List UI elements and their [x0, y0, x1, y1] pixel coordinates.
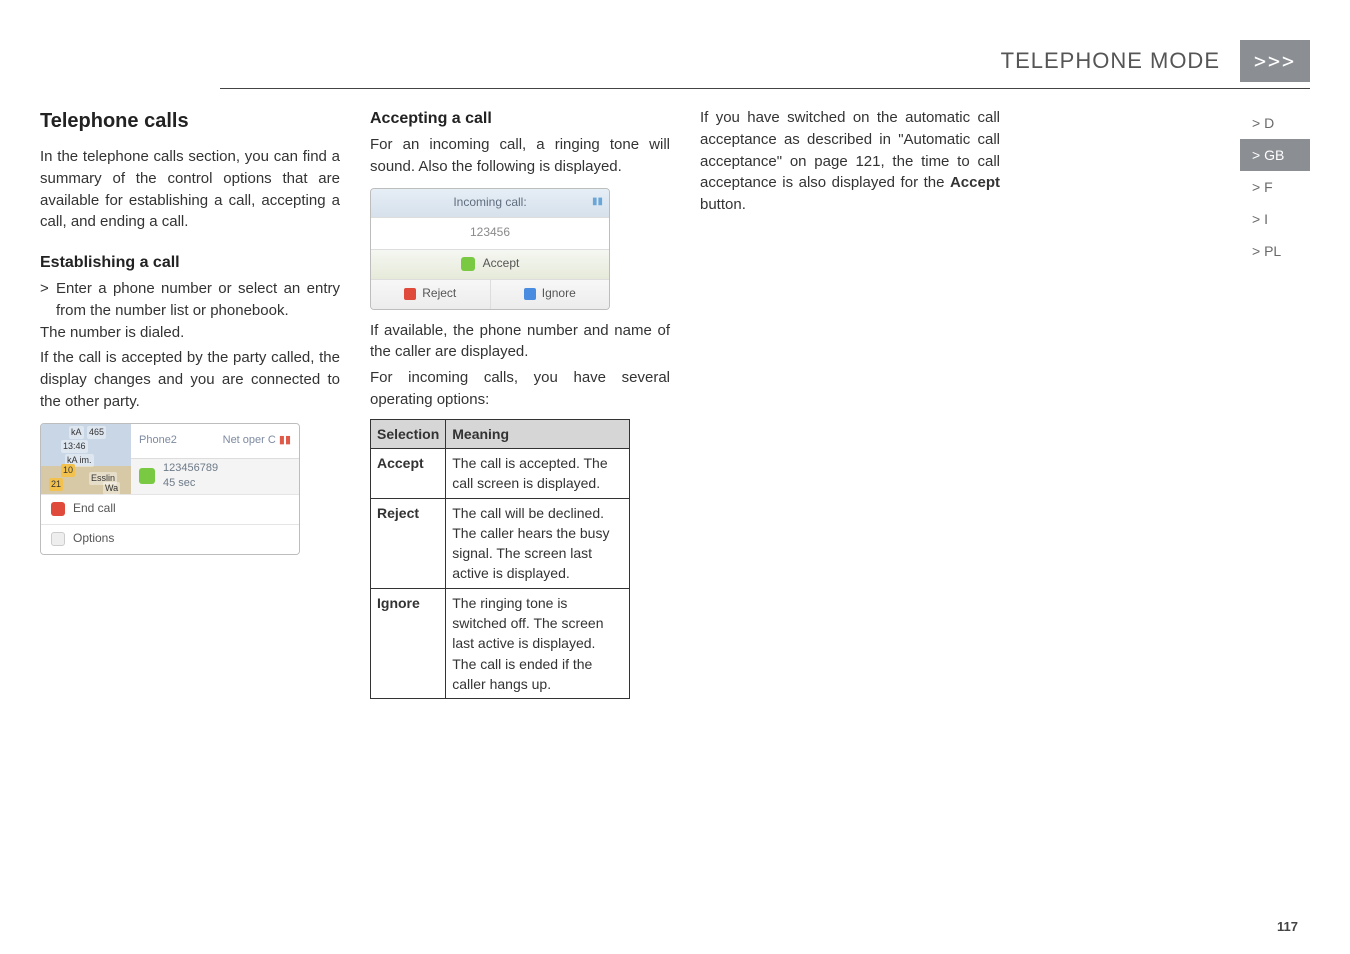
options-label: Options [73, 530, 114, 547]
screenshot-incoming-call: Incoming call: ▮▮ 123456 Accept Reject [370, 188, 610, 310]
accept-bold: Accept [950, 174, 1000, 191]
caller-number: 123456 [371, 217, 609, 249]
intro-paragraph: In the telephone calls section, you can … [40, 146, 340, 233]
ignore-label: Ignore [542, 285, 576, 302]
reject-label: Reject [422, 285, 456, 302]
map-thumbnail: kA 465 13:46 kA im. 10 Esslin 21 Wa [41, 424, 131, 494]
section-heading: Telephone calls [40, 107, 340, 136]
hud-label: kA [69, 426, 84, 439]
table-cell-selection: Reject [371, 498, 446, 588]
table-row: Accept The call is accepted. The call sc… [371, 448, 630, 498]
body-text: If available, the phone number and name … [370, 320, 670, 364]
ignore-icon [524, 288, 536, 300]
hud-label: 10 [61, 464, 75, 477]
table-header-meaning: Meaning [446, 419, 630, 448]
lang-tab-d[interactable]: > D [1240, 107, 1310, 139]
body-text: For incoming calls, you have several ope… [370, 367, 670, 411]
body-text: The number is dialed. [40, 322, 340, 344]
reject-icon [404, 288, 416, 300]
lang-tab-gb[interactable]: > GB [1240, 139, 1310, 171]
lang-tab-i[interactable]: > I [1240, 203, 1310, 235]
options-button[interactable]: Options [41, 524, 299, 554]
table-cell-selection: Accept [371, 448, 446, 498]
bullet-text: Enter a phone number or select an entry … [56, 278, 340, 322]
hud-label: Wa [103, 482, 120, 495]
table-row: Reject The call will be declined. The ca… [371, 498, 630, 588]
body-text: If you have switched on the automatic ca… [700, 107, 1000, 216]
table-cell-selection: Ignore [371, 588, 446, 698]
hud-label: 465 [87, 426, 106, 439]
divider [220, 88, 1310, 89]
table-cell-meaning: The call is accepted. The call screen is… [446, 448, 630, 498]
body-text: If the call is accepted by the party cal… [40, 347, 340, 412]
accept-button[interactable]: Accept [371, 249, 609, 279]
header-chevrons: >>> [1240, 40, 1310, 82]
language-tabs: > D > GB > F > I > PL [1240, 107, 1310, 899]
end-call-button[interactable]: End call [41, 494, 299, 524]
lang-tab-f[interactable]: > F [1240, 171, 1310, 203]
reject-button[interactable]: Reject [371, 280, 491, 309]
network-label: Net oper C ▮▮ [223, 433, 291, 449]
accept-label: Accept [483, 255, 520, 272]
call-duration: 45 sec [163, 476, 218, 492]
screenshot-active-call: kA 465 13:46 kA im. 10 Esslin 21 Wa Phon… [40, 423, 300, 555]
phone-label: Phone2 [139, 433, 177, 449]
bullet-marker: > [40, 278, 56, 322]
signal-icon: ▮▮ [592, 195, 603, 210]
table-cell-meaning: The ringing tone is switched off. The sc… [446, 588, 630, 698]
table-header-selection: Selection [371, 419, 446, 448]
subsection-heading: Establishing a call [40, 251, 340, 274]
call-active-icon [139, 468, 155, 484]
dialed-number: 123456789 [163, 461, 218, 477]
incoming-call-label: Incoming call: [453, 194, 526, 211]
header-title: TELEPHONE MODE [220, 40, 1240, 82]
table-row: Ignore The ringing tone is switched off.… [371, 588, 630, 698]
ignore-button[interactable]: Ignore [491, 280, 610, 309]
body-text: For an incoming call, a ringing tone wil… [370, 134, 670, 178]
options-table: Selection Meaning Accept The call is acc… [370, 419, 630, 700]
end-call-icon [51, 502, 65, 516]
accept-icon [461, 257, 475, 271]
hud-label: 21 [49, 478, 63, 491]
hud-time: 13:46 [61, 440, 88, 453]
subsection-heading: Accepting a call [370, 107, 670, 130]
end-call-label: End call [73, 500, 116, 517]
gear-icon [51, 532, 65, 546]
table-cell-meaning: The call will be declined. The caller he… [446, 498, 630, 588]
page-number: 117 [40, 919, 1310, 934]
signal-icon: ▮▮ [279, 434, 291, 446]
lang-tab-pl[interactable]: > PL [1240, 235, 1310, 267]
